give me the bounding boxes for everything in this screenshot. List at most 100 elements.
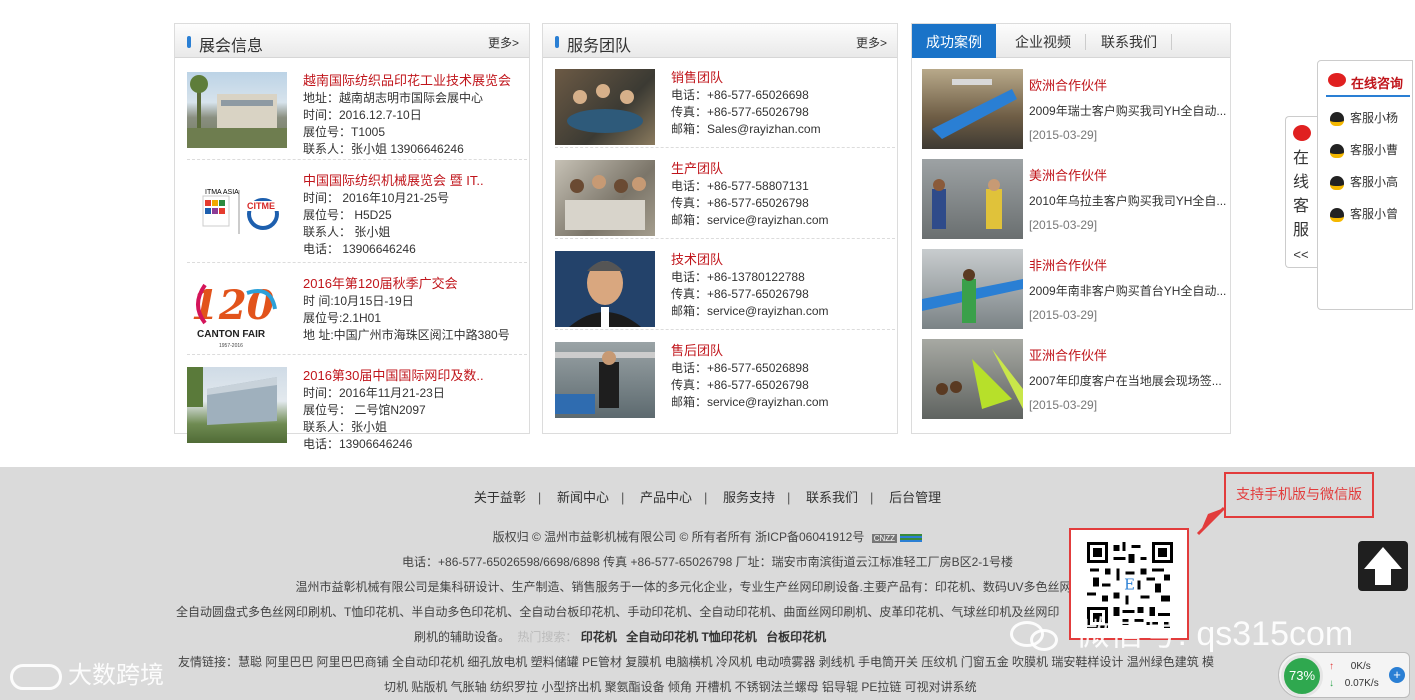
footer-link-contact[interactable]: 联系我们	[806, 490, 858, 505]
exhibition-thumb-canton-fair[interactable]: 120 CANTON FAIR 1957-2016	[187, 275, 287, 351]
footer-contact: 电话：+86-577-65026598/6698/6898 传真 +86-577…	[402, 555, 1013, 569]
case-thumb-america[interactable]	[922, 159, 1023, 239]
case-item[interactable]: 亚洲合作伙伴 2007年印度客户在当地展会现场签... [2015-03-29]	[922, 339, 1232, 421]
nav-separator: |	[870, 490, 874, 505]
footer-link-support[interactable]: 服务支持	[723, 490, 775, 505]
service-name[interactable]: 销售团队	[671, 69, 901, 87]
chat-agent[interactable]: 客服小杨	[1330, 109, 1398, 126]
exhibition-info: 2016第30届中国国际网印及数.. 时间：2016年11月21-23日 展位号…	[303, 367, 533, 453]
footer-friend-links-2[interactable]: 切机 贴版机 气胀轴 纺织罗拉 小型挤出机 聚氨酯设备 倾角 开槽机 不锈钢法兰…	[384, 678, 1084, 695]
exhibition-name[interactable]: 中国国际纺织机械展览会 暨 IT..	[303, 172, 533, 190]
service-item[interactable]: 技术团队 电话：+86-13780122788 传真：+86-577-65026…	[555, 251, 895, 330]
tab-contact-us[interactable]: 联系我们	[1086, 24, 1172, 58]
footer-link-admin[interactable]: 后台管理	[889, 490, 941, 505]
case-title[interactable]: 亚洲合作伙伴	[1029, 345, 1107, 364]
back-to-top-button[interactable]	[1358, 541, 1408, 591]
service-info: 生产团队 电话：+86-577-58807131 传真：+86-577-6502…	[671, 160, 901, 229]
chat-icon	[1328, 73, 1346, 87]
service-item[interactable]: 售后团队 电话：+86-577-65026898 传真：+86-577-6502…	[555, 342, 895, 421]
arrow-up-icon	[1364, 547, 1402, 585]
case-desc[interactable]: 2010年乌拉圭客户购买我司YH全自...	[1029, 192, 1234, 209]
chat-bubble-icon	[1293, 125, 1311, 141]
chat-agent-name[interactable]: 客服小曹	[1350, 143, 1398, 157]
exhibition-item[interactable]: 120 CANTON FAIR 1957-2016 2016年第120届秋季广交…	[187, 275, 527, 355]
tab-company-video[interactable]: 企业视频	[1000, 24, 1086, 58]
hot-search-link[interactable]: 台板印花机	[766, 630, 826, 644]
service-info: 技术团队 电话：+86-13780122788 传真：+86-577-65026…	[671, 251, 901, 320]
service-line: 传真：+86-577-65026798	[671, 105, 809, 119]
network-add-icon[interactable]: +	[1389, 667, 1405, 683]
service-name[interactable]: 生产团队	[671, 160, 901, 178]
exhibition-thumb-shanghai[interactable]	[187, 367, 287, 443]
exhibition-item[interactable]: 越南国际纺织品印花工业技术展览会 地址：越南胡志明市国际会展中心 时间：2016…	[187, 72, 527, 160]
chat-agent-name[interactable]: 客服小高	[1350, 175, 1398, 189]
service-thumb-production[interactable]	[555, 160, 655, 236]
exhibition-line: 地址：越南胡志明市国际会展中心	[303, 91, 484, 105]
case-thumb-asia[interactable]	[922, 339, 1023, 419]
network-percent-ring: 73%	[1281, 655, 1323, 697]
network-down-speed: 0.07K/s	[1344, 678, 1379, 689]
chat-agent[interactable]: 客服小高	[1330, 173, 1398, 190]
service-item[interactable]: 销售团队 电话：+86-577-65026698 传真：+86-577-6502…	[555, 69, 895, 148]
tab-success-cases[interactable]: 成功案例	[912, 24, 996, 58]
chat-collapse-arrow[interactable]: <<	[1286, 247, 1316, 262]
case-date: [2015-03-29]	[1029, 218, 1098, 232]
case-item[interactable]: 非洲合作伙伴 2009年南非客户购买首台YH全自动... [2015-03-29…	[922, 249, 1232, 331]
case-title[interactable]: 非洲合作伙伴	[1029, 255, 1107, 274]
service-item[interactable]: 生产团队 电话：+86-577-58807131 传真：+86-577-6502…	[555, 160, 895, 239]
case-desc[interactable]: 2009年瑞士客户购买我司YH全自动...	[1029, 102, 1234, 119]
wechat-icon	[1010, 619, 1066, 653]
case-title[interactable]: 欧洲合作伙伴	[1029, 75, 1107, 94]
exhibition-name[interactable]: 2016年第120届秋季广交会	[303, 275, 533, 293]
service-name[interactable]: 技术团队	[671, 251, 901, 269]
chat-agent[interactable]: 客服小曹	[1330, 141, 1398, 158]
chat-tab-char: 服	[1292, 222, 1309, 239]
service-line: 电话：+86-577-65026898	[671, 361, 809, 375]
exhibition-item[interactable]: 2016第30届中国国际网印及数.. 时间：2016年11月21-23日 展位号…	[187, 367, 527, 457]
qr-callout: 支持手机版与微信版	[1224, 472, 1374, 518]
case-thumb-europe[interactable]	[922, 69, 1023, 149]
chat-agent-name[interactable]: 客服小曾	[1350, 207, 1398, 221]
service-info: 售后团队 电话：+86-577-65026898 传真：+86-577-6502…	[671, 342, 901, 411]
hot-search-link[interactable]: T恤印花机	[701, 630, 756, 644]
case-thumb-africa[interactable]	[922, 249, 1023, 329]
hot-search-link[interactable]: 印花机	[581, 630, 617, 644]
chat-collapse-tab[interactable]: 在 线 客 服 <<	[1285, 116, 1317, 268]
exhibition-thumb-vietnam[interactable]	[187, 72, 287, 148]
exhibition-line: 联系人：张小姐	[303, 420, 388, 434]
service-name[interactable]: 售后团队	[671, 342, 901, 360]
footer-link-news[interactable]: 新闻中心	[557, 490, 609, 505]
header-bar-icon	[555, 36, 559, 48]
exhibition-more-link[interactable]: 更多>	[488, 34, 519, 51]
case-item[interactable]: 美洲合作伙伴 2010年乌拉圭客户购买我司YH全自... [2015-03-29…	[922, 159, 1232, 241]
footer-link-about[interactable]: 关于益彰	[474, 490, 526, 505]
exhibition-thumb-itma-citme[interactable]: ITMA ASIA CITME	[187, 172, 287, 248]
service-more-link[interactable]: 更多>	[856, 34, 887, 51]
exhibition-name[interactable]: 2016第30届中国国际网印及数..	[303, 367, 533, 385]
chat-agent[interactable]: 客服小曾	[1330, 205, 1398, 222]
network-widget[interactable]: 73% ↑ 0K/s ↓ 0.07K/s +	[1278, 652, 1410, 698]
exhibition-title: 展会信息	[199, 38, 264, 55]
cnzz-badge[interactable]: CNZZ	[871, 534, 898, 543]
footer-intro-1: 温州市益彰机械有限公司是集科研设计、生产制造、销售服务于一体的多元化企业，专业生…	[295, 580, 1120, 594]
case-date: [2015-03-29]	[1029, 308, 1098, 322]
service-thumb-sales[interactable]	[555, 69, 655, 145]
callout-arrow-icon	[1196, 506, 1226, 536]
exhibition-name[interactable]: 越南国际纺织品印花工业技术展览会	[303, 72, 533, 90]
service-thumb-aftersales[interactable]	[555, 342, 655, 418]
cases-panel: 成功案例 企业视频 联系我们 欧洲合作伙伴 2009年瑞士客户购买我司YH全自动…	[911, 23, 1231, 434]
case-desc[interactable]: 2009年南非客户购买首台YH全自动...	[1029, 282, 1234, 299]
exhibition-item[interactable]: ITMA ASIA CITME 中国国际纺织机械展览会 暨 IT.. 时间： 2…	[187, 172, 527, 263]
service-thumb-technical[interactable]	[555, 251, 655, 327]
case-title[interactable]: 美洲合作伙伴	[1029, 165, 1107, 184]
qq-icon	[1330, 175, 1344, 190]
chat-tab-char: 线	[1292, 174, 1309, 191]
network-up: ↑ 0K/s	[1329, 661, 1371, 672]
hot-search-link[interactable]: 全自动印花机	[626, 630, 698, 644]
chat-tab-char: 客	[1292, 198, 1309, 215]
case-desc[interactable]: 2007年印度客户在当地展会现场签...	[1029, 372, 1234, 389]
footer-link-products[interactable]: 产品中心	[640, 490, 692, 505]
case-item[interactable]: 欧洲合作伙伴 2009年瑞士客户购买我司YH全自动... [2015-03-29…	[922, 69, 1232, 151]
intro-end: 刷机的辅助设备。	[414, 630, 511, 644]
chat-agent-name[interactable]: 客服小杨	[1350, 111, 1398, 125]
